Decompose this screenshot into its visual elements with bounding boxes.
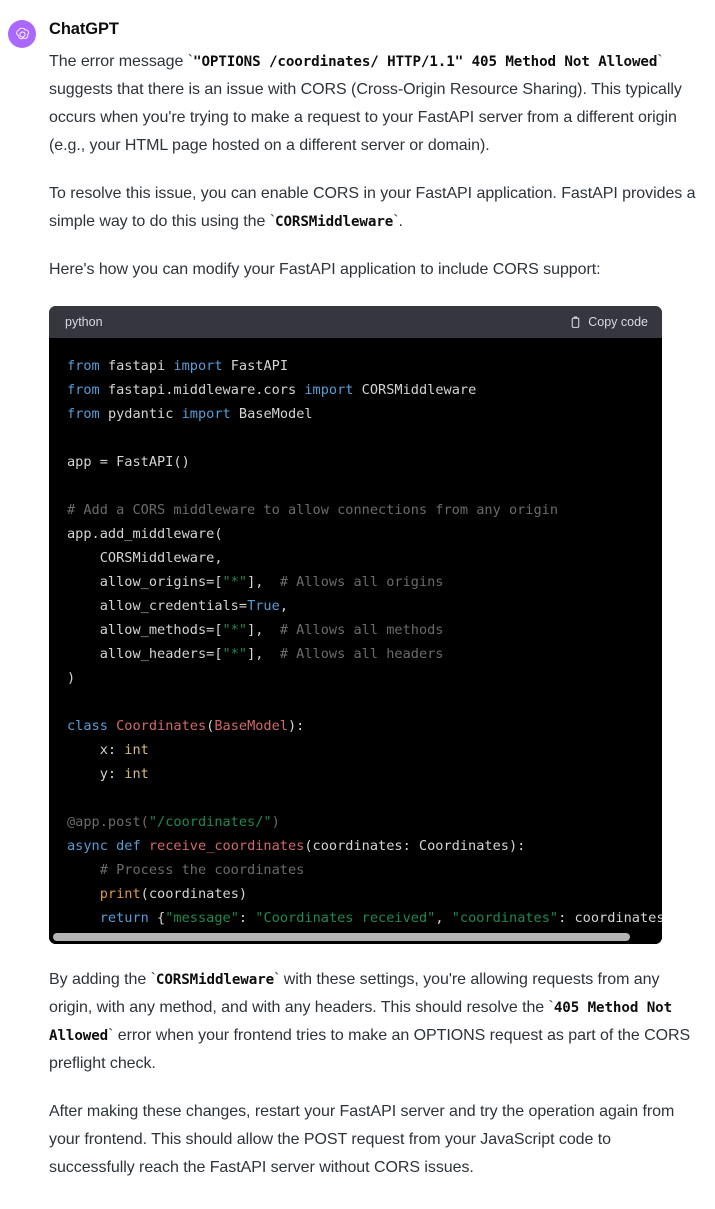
openai-logo-icon [14,26,31,43]
inline-code-corsmiddleware-1: CORSMiddleware [275,214,394,230]
code-line: @app.post("/coordinates/") [67,814,280,830]
code-line: print(coordinates) [99,886,248,902]
code-line: allow_headers=["*"], # Allows all header… [67,646,444,662]
code-language-label: python [65,315,103,329]
inline-code-options-error: "OPTIONS /coordinates/ HTTP/1.1" 405 Met… [193,54,658,70]
paragraph-2: To resolve this issue, you can enable CO… [49,180,699,236]
code-line: # Process the coordinates [67,862,305,878]
code-line: allow_credentials=True, [67,598,288,614]
code-block-header: python Copy code [49,306,662,338]
avatar [8,20,36,48]
paragraph-4-text-a: By adding the ` [49,971,156,988]
code-line: return {"message": "Coordinates received… [99,910,662,926]
code-line: async def receive_coordinates(coordinate… [67,838,526,854]
code-line: y: int [67,766,149,782]
code-line: from fastapi import FastAPI [67,358,289,374]
paragraph-4: By adding the `CORSMiddleware` with thes… [49,966,699,1078]
message-header: ChatGPT The error message `"OPTIONS /coo… [0,18,715,1182]
paragraph-5: After making these changes, restart your… [49,1103,675,1176]
paragraph-1: The error message `"OPTIONS /coordinates… [49,48,699,160]
code-line: class Coordinates(BaseModel): [67,718,305,734]
code-line: from pydantic import BaseModel [67,406,313,422]
code-line: # Add a CORS middleware to allow connect… [67,502,559,518]
paragraph-2-text-b: `. [393,213,403,230]
scrollbar-thumb[interactable] [53,933,630,941]
clipboard-icon [569,316,582,329]
paragraph-3: Here's how you can modify your FastAPI a… [49,261,601,278]
code-line: app.add_middleware( [67,526,223,542]
copy-code-button[interactable]: Copy code [569,315,648,329]
code-block: python Copy code from fastapi import Fas… [49,306,662,944]
code-line: ) [67,670,76,686]
inline-code-corsmiddleware-2: CORSMiddleware [155,972,275,988]
conversation-message: ChatGPT The error message `"OPTIONS /coo… [0,0,715,1182]
code-scroll-area[interactable]: from fastapi import FastAPI from fastapi… [49,338,662,944]
code-content: from fastapi import FastAPI from fastapi… [49,354,662,944]
code-line: CORSMiddleware, [67,550,223,566]
copy-code-label: Copy code [588,315,648,329]
code-line: from fastapi.middleware.cors import CORS… [67,382,477,398]
code-line: allow_methods=["*"], # Allows all method… [67,622,444,638]
paragraph-1-text-a: The error message ` [49,53,193,70]
paragraph-4-text-c: ` error when your frontend tries to make… [49,1027,691,1072]
message-body: ChatGPT The error message `"OPTIONS /coo… [49,18,699,1182]
code-line: allow_origins=["*"], # Allows all origin… [67,574,444,590]
code-line: x: int [67,742,149,758]
code-horizontal-scrollbar[interactable] [49,930,662,944]
code-line: app = FastAPI() [67,454,190,470]
message-author: ChatGPT [49,20,119,38]
